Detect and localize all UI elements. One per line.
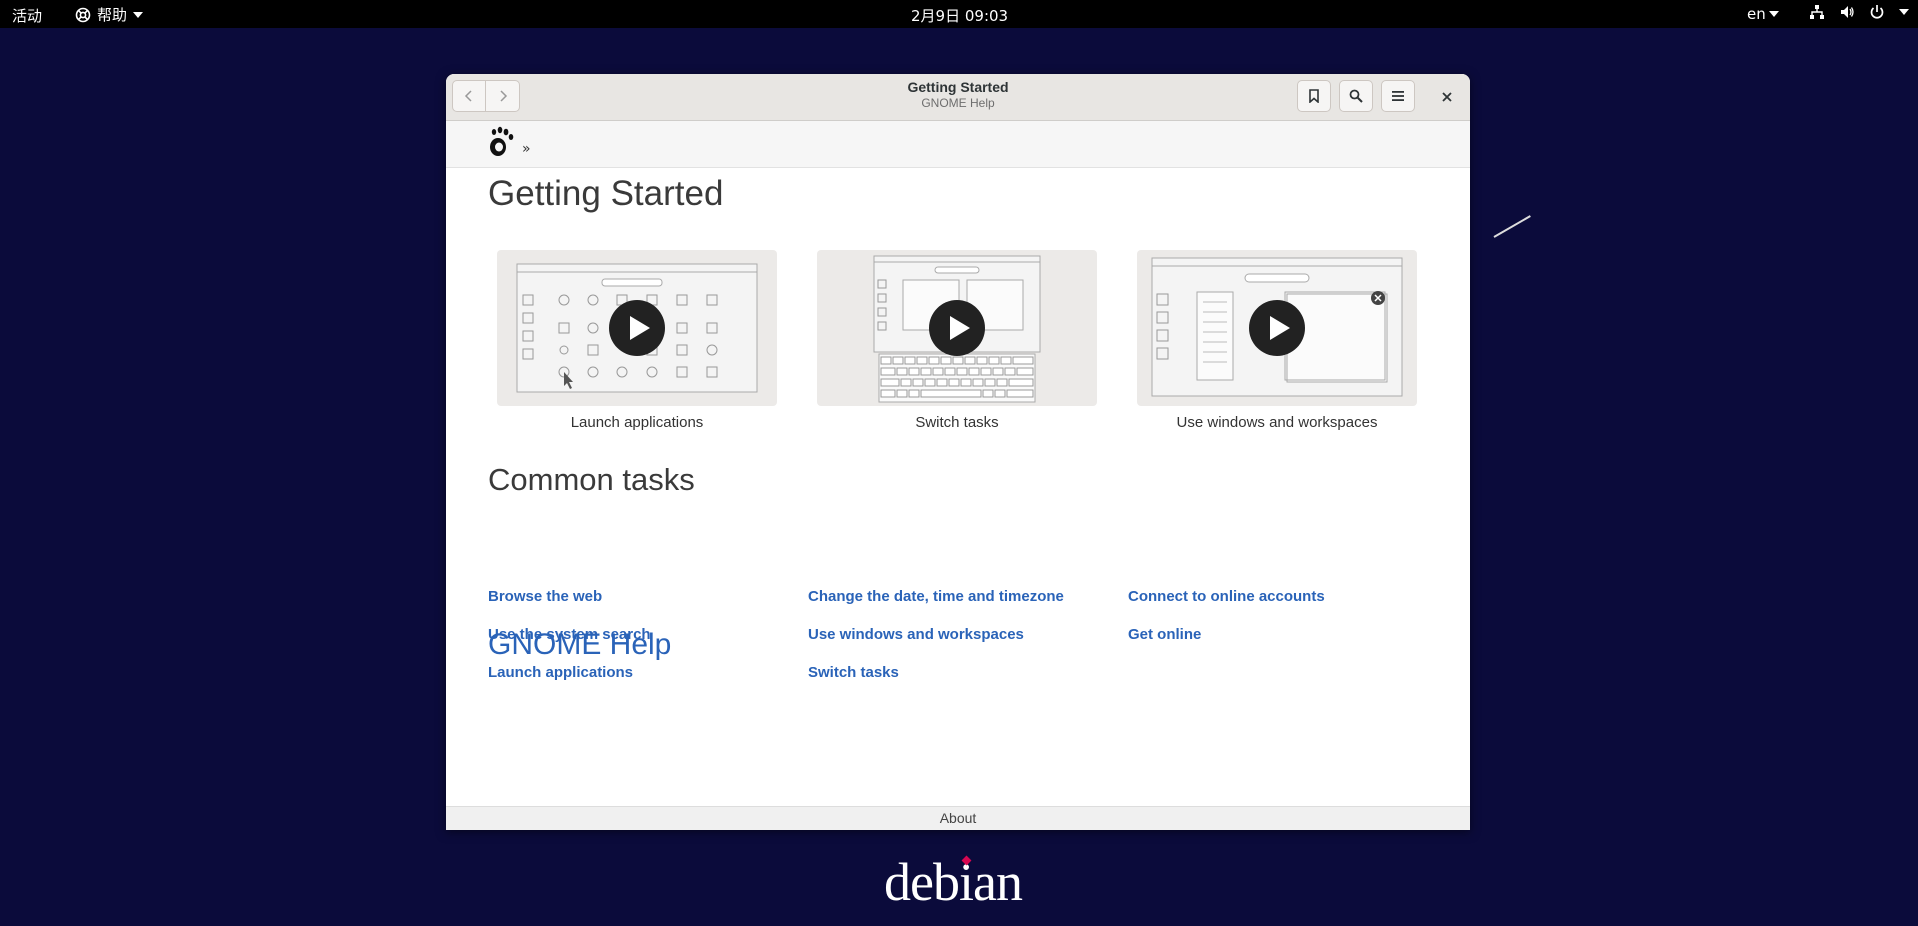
mouse-cursor <box>1493 215 1531 238</box>
task-link-windows-workspaces[interactable]: Use windows and workspaces <box>808 626 1024 643</box>
gnome-foot-icon[interactable] <box>486 125 516 159</box>
search-button[interactable] <box>1339 80 1373 112</box>
task-link-get-online[interactable]: Get online <box>1128 626 1201 643</box>
main-menu-button[interactable] <box>1381 80 1415 112</box>
breadcrumb-separator: » <box>522 141 531 157</box>
task-link-online-accounts[interactable]: Connect to online accounts <box>1128 588 1325 605</box>
play-icon <box>629 316 650 340</box>
chevron-down-icon <box>1899 9 1909 15</box>
app-menu-button[interactable]: 帮助 <box>75 4 144 25</box>
video-caption: Switch tasks <box>915 414 999 431</box>
help-lifebuoy-icon <box>75 7 91 22</box>
video-launch-applications[interactable] <box>497 250 777 406</box>
bookmark-icon <box>1309 89 1319 103</box>
app-menu-label: 帮助 <box>97 6 128 24</box>
task-link-browse-web[interactable]: Browse the web <box>488 588 602 605</box>
video-caption: Launch applications <box>570 414 704 431</box>
help-window: Getting Started GNOME Help » Getting Sta… <box>446 74 1470 830</box>
language-indicator[interactable]: en <box>1747 5 1779 23</box>
play-button[interactable] <box>609 300 665 356</box>
play-button[interactable] <box>929 300 985 356</box>
network-icon <box>1810 5 1824 19</box>
task-link-launch-applications[interactable]: Launch applications <box>488 664 633 681</box>
clock[interactable]: 2月9日 09:03 <box>911 5 1008 26</box>
language-label: en <box>1747 5 1766 23</box>
chevron-down-icon <box>133 11 144 18</box>
play-button[interactable] <box>1249 300 1305 356</box>
activities-button[interactable]: 活动 <box>12 5 42 26</box>
close-button[interactable] <box>1436 86 1458 108</box>
bookmark-button[interactable] <box>1297 80 1331 112</box>
task-link-date-time[interactable]: Change the date, time and timezone <box>808 588 1064 605</box>
task-link-switch-tasks[interactable]: Switch tasks <box>808 664 899 681</box>
debian-logo: debian <box>884 852 1023 912</box>
video-use-windows-workspaces[interactable] <box>1137 250 1417 406</box>
power-icon <box>1870 5 1884 19</box>
volume-icon <box>1841 6 1854 18</box>
page-title: Getting Started <box>488 174 724 213</box>
header-bar: Getting Started GNOME Help <box>446 74 1470 121</box>
search-icon <box>1349 89 1363 103</box>
video-switch-tasks[interactable] <box>817 250 1097 406</box>
about-label: About <box>939 810 977 826</box>
breadcrumb: » <box>446 121 1470 168</box>
hamburger-menu-icon <box>1392 91 1404 101</box>
gnome-help-link[interactable]: GNOME Help <box>488 628 671 662</box>
common-tasks-heading: Common tasks <box>488 462 695 497</box>
chevron-down-icon <box>1768 11 1779 17</box>
play-icon <box>949 316 970 340</box>
video-caption: Use windows and workspaces <box>1176 414 1378 431</box>
system-menu[interactable] <box>1809 4 1909 20</box>
top-bar: 活动 帮助 2月9日 09:03 en <box>0 0 1918 28</box>
about-footer[interactable]: About <box>446 806 1470 830</box>
play-icon <box>1269 316 1290 340</box>
close-icon <box>1442 92 1452 102</box>
